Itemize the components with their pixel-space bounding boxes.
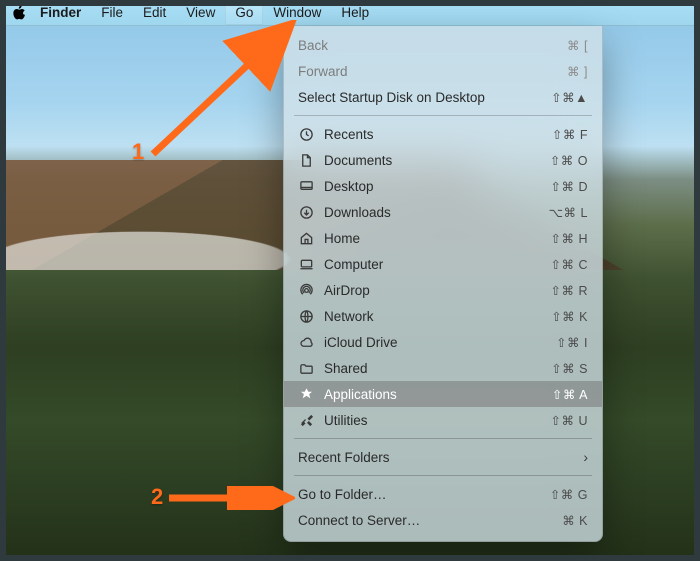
home-icon — [298, 231, 314, 246]
menu-file[interactable]: File — [91, 0, 133, 25]
airdrop-icon — [298, 283, 314, 298]
menu-item-shortcut: ⇧⌘ A — [552, 387, 588, 402]
menu-item-shortcut: ⌥⌘ L — [549, 205, 588, 220]
menu-item-label: Recents — [324, 127, 542, 142]
annotation-number-2: 2 — [151, 484, 163, 510]
go-menu-dropdown: Back ⌘ [ Forward ⌘ ] Select Startup Disk… — [283, 26, 603, 542]
menu-separator — [294, 115, 592, 116]
menu-item-label: iCloud Drive — [324, 335, 546, 350]
menu-item-home[interactable]: Home ⇧⌘ H — [284, 225, 602, 251]
chevron-right-icon: › — [583, 449, 588, 465]
menu-item-label: Shared — [324, 361, 541, 376]
utilities-icon — [298, 413, 314, 428]
menu-item-applications[interactable]: Applications ⇧⌘ A — [284, 381, 602, 407]
apps-icon — [298, 387, 314, 402]
menu-item-shortcut: ⇧⌘ D — [551, 179, 588, 194]
menu-item-shortcut: ⇧⌘ I — [556, 335, 588, 350]
computer-icon — [298, 257, 314, 272]
menu-view[interactable]: View — [176, 0, 225, 25]
menu-item-shortcut: ⇧⌘ H — [551, 231, 588, 246]
menu-edit[interactable]: Edit — [133, 0, 176, 25]
menu-item-shortcut: ⇧⌘ F — [552, 127, 588, 142]
menu-item-select-startup-disk[interactable]: Select Startup Disk on Desktop ⇧⌘▲ — [284, 84, 602, 110]
menu-item-go-to-folder[interactable]: Go to Folder… ⇧⌘ G — [284, 481, 602, 507]
menu-item-downloads[interactable]: Downloads ⌥⌘ L — [284, 199, 602, 225]
menu-item-forward: Forward ⌘ ] — [284, 58, 602, 84]
menu-item-shared[interactable]: Shared ⇧⌘ S — [284, 355, 602, 381]
menu-item-shortcut: ⇧⌘ S — [551, 361, 588, 376]
menu-item-label: Computer — [324, 257, 541, 272]
menu-item-label: Home — [324, 231, 541, 246]
menu-item-shortcut: ⇧⌘ R — [551, 283, 588, 298]
annotation-number-1: 1 — [132, 139, 144, 165]
menu-item-label: Desktop — [324, 179, 541, 194]
menu-item-back: Back ⌘ [ — [284, 32, 602, 58]
menu-item-label: Utilities — [324, 413, 541, 428]
menu-go[interactable]: Go — [225, 0, 263, 25]
menu-item-label: Downloads — [324, 205, 539, 220]
menu-item-network[interactable]: Network ⇧⌘ K — [284, 303, 602, 329]
menu-item-airdrop[interactable]: AirDrop ⇧⌘ R — [284, 277, 602, 303]
clock-icon — [298, 127, 314, 142]
shared-icon — [298, 361, 314, 376]
menu-window[interactable]: Window — [263, 0, 331, 25]
menu-item-shortcut: ⇧⌘ O — [550, 153, 588, 168]
cloud-icon — [298, 335, 314, 350]
menu-app-name[interactable]: Finder — [36, 0, 91, 25]
menu-item-documents[interactable]: Documents ⇧⌘ O — [284, 147, 602, 173]
menu-item-recent-folders[interactable]: Recent Folders › — [284, 444, 602, 470]
menu-item-label: Applications — [324, 387, 542, 402]
menu-item-desktop[interactable]: Desktop ⇧⌘ D — [284, 173, 602, 199]
network-icon — [298, 309, 314, 324]
menu-item-label: AirDrop — [324, 283, 541, 298]
menu-item-shortcut: ⇧⌘ C — [551, 257, 588, 272]
menu-item-connect-to-server[interactable]: Connect to Server… ⌘ K — [284, 507, 602, 533]
desktop-icon — [298, 179, 314, 194]
menu-item-icloud-drive[interactable]: iCloud Drive ⇧⌘ I — [284, 329, 602, 355]
menu-item-shortcut: ⇧⌘ K — [551, 309, 588, 324]
menu-item-recents[interactable]: Recents ⇧⌘ F — [284, 121, 602, 147]
menu-item-label: Network — [324, 309, 541, 324]
menu-item-label: Documents — [324, 153, 540, 168]
download-icon — [298, 205, 314, 220]
apple-menu-icon[interactable] — [10, 4, 28, 22]
menu-separator — [294, 438, 592, 439]
menu-item-utilities[interactable]: Utilities ⇧⌘ U — [284, 407, 602, 433]
menu-separator — [294, 475, 592, 476]
menu-item-computer[interactable]: Computer ⇧⌘ C — [284, 251, 602, 277]
menu-help[interactable]: Help — [331, 0, 379, 25]
menu-bar: Finder File Edit View Go Window Help — [0, 0, 700, 26]
menu-item-shortcut: ⇧⌘ U — [551, 413, 588, 428]
document-icon — [298, 153, 314, 168]
